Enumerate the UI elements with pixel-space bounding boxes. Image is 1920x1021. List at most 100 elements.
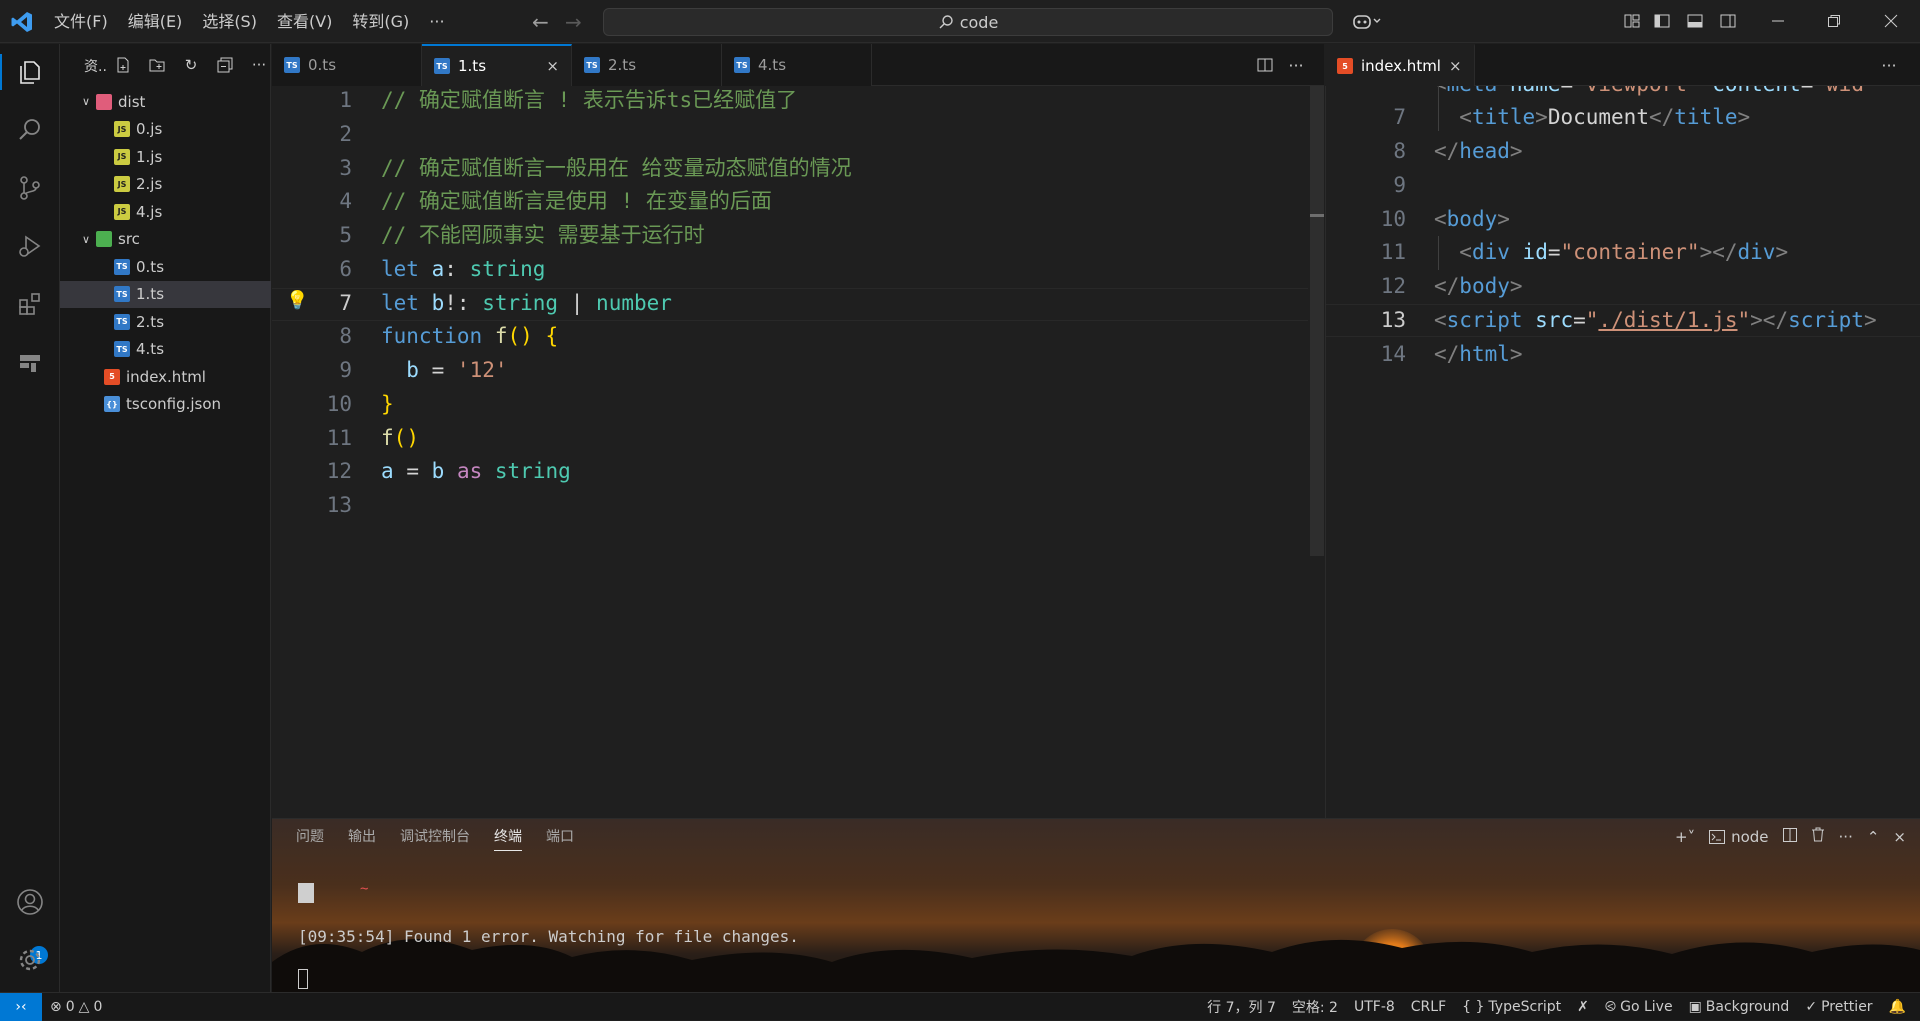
- toggle-primary-sidebar-icon[interactable]: [1651, 10, 1673, 32]
- go-live-button[interactable]: ⧀ Go Live: [1597, 999, 1681, 1015]
- collapse-all-icon[interactable]: [214, 54, 236, 76]
- close-panel-icon[interactable]: ×: [1893, 828, 1906, 846]
- problems-indicator[interactable]: ⊗ 0 △ 0: [42, 999, 110, 1015]
- lightbulb-icon[interactable]: 💡: [286, 290, 308, 311]
- no-sync-icon[interactable]: ✗: [1569, 999, 1597, 1015]
- minimize-icon[interactable]: [1767, 10, 1789, 32]
- line-number: 12: [1380, 274, 1406, 298]
- background-button[interactable]: ▣ Background: [1681, 999, 1798, 1015]
- line-number: 1: [339, 88, 352, 112]
- prettier-button[interactable]: ✓ Prettier: [1797, 999, 1880, 1015]
- js-file-icon: JS: [114, 176, 130, 193]
- tree-item[interactable]: {} tsconfig.json: [60, 391, 271, 419]
- go-live-label: Go Live: [1620, 999, 1673, 1015]
- terminal-input-cursor[interactable]: [298, 969, 308, 989]
- code-line: }: [381, 391, 394, 416]
- refresh-icon[interactable]: ↻: [180, 54, 202, 76]
- tree-item[interactable]: JS 1.js: [60, 143, 271, 171]
- notifications-bell-icon[interactable]: 🔔: [1881, 999, 1914, 1015]
- toggle-panel-icon[interactable]: [1684, 10, 1706, 32]
- cursor-position[interactable]: 行 7，列 7: [1199, 997, 1284, 1017]
- code-line-7: <title>Document</title>: [1459, 105, 1751, 129]
- editor-tab[interactable]: TS 2.ts: [572, 44, 722, 86]
- split-terminal-icon[interactable]: [1782, 827, 1797, 846]
- menu-file[interactable]: 文件(F): [44, 0, 118, 43]
- new-folder-icon[interactable]: [146, 54, 168, 76]
- kill-terminal-icon[interactable]: [1811, 827, 1825, 846]
- terminal-shell-selector[interactable]: node: [1709, 828, 1769, 846]
- tree-item-label: 0.ts: [136, 257, 165, 276]
- close-tab-icon[interactable]: ×: [1449, 57, 1462, 75]
- maximize-panel-icon[interactable]: ⌃: [1867, 828, 1880, 846]
- accounts-icon[interactable]: [12, 884, 48, 920]
- menu-edit[interactable]: 编辑(E): [118, 0, 193, 43]
- editor-tab[interactable]: TS 0.ts: [272, 44, 422, 86]
- encoding[interactable]: UTF-8: [1346, 999, 1403, 1015]
- folder-src-file-icon: [96, 231, 112, 248]
- panel-tab[interactable]: 端口: [546, 826, 574, 850]
- toggle-secondary-sidebar-icon[interactable]: [1717, 10, 1739, 32]
- new-terminal-icon[interactable]: +˅: [1675, 828, 1695, 846]
- panel-tab[interactable]: 输出: [348, 826, 376, 850]
- editor-more-icon[interactable]: ···: [1285, 54, 1307, 76]
- menu-view[interactable]: 查看(V): [267, 0, 342, 43]
- html-file-icon: 5: [104, 368, 120, 385]
- tree-item[interactable]: ∨ dist: [60, 88, 271, 116]
- indentation[interactable]: 空格: 2: [1284, 997, 1346, 1017]
- close-tab-icon[interactable]: ×: [546, 57, 559, 75]
- tree-item[interactable]: TS 2.ts: [60, 308, 271, 336]
- chevron-down-icon[interactable]: ∨: [82, 233, 96, 246]
- panel-tab[interactable]: 终端: [494, 826, 522, 851]
- warning-icon: △: [78, 998, 90, 1015]
- settings-gear-icon[interactable]: [12, 942, 48, 978]
- new-file-icon[interactable]: [112, 54, 134, 76]
- end-of-line[interactable]: CRLF: [1403, 999, 1454, 1015]
- chevron-down-icon[interactable]: ∨: [82, 95, 96, 108]
- back-arrow-icon[interactable]: ←: [532, 10, 549, 34]
- command-center-search[interactable]: code: [603, 8, 1333, 36]
- panel-more-icon[interactable]: ···: [1839, 828, 1853, 846]
- restore-icon[interactable]: [1823, 10, 1845, 32]
- customize-layout-icon[interactable]: [1621, 10, 1643, 32]
- extensions-icon[interactable]: [12, 286, 48, 322]
- tree-item[interactable]: TS 0.ts: [60, 253, 271, 281]
- editor-tab[interactable]: TS 1.ts ×: [422, 44, 572, 86]
- more-actions-icon[interactable]: ···: [248, 54, 270, 76]
- panel-tab[interactable]: 调试控制台: [400, 826, 470, 850]
- editor-left[interactable]: 1 2 3 4 5 6 7 8 9 10 11 12 13 // 确定赋值断言 ! 表示告诉ts已经赋值…: [272, 86, 1324, 818]
- copilot-icon[interactable]: [1350, 10, 1384, 32]
- indent-guide: [1438, 236, 1439, 270]
- tree-item[interactable]: JS 2.js: [60, 171, 271, 199]
- tree-item-label: 4.js: [136, 202, 163, 221]
- tab-index-html[interactable]: 5 index.html ×: [1325, 44, 1475, 86]
- tree-item[interactable]: TS 4.ts: [60, 336, 271, 364]
- menu-selection[interactable]: 选择(S): [192, 0, 267, 43]
- menu-go[interactable]: 转到(G): [342, 0, 419, 43]
- run-debug-icon[interactable]: [12, 228, 48, 264]
- tree-item[interactable]: JS 0.js: [60, 116, 271, 144]
- search-view-icon[interactable]: [12, 112, 48, 148]
- editor-right[interactable]: <meta name="viewport" content="wid 7 8 9 10…: [1325, 86, 1920, 818]
- tree-item[interactable]: 5 index.html: [60, 363, 271, 391]
- editor-tab[interactable]: TS 4.ts: [722, 44, 872, 86]
- explorer-icon[interactable]: [12, 54, 48, 90]
- split-editor-icon[interactable]: [1254, 54, 1276, 76]
- code-line: b = '12': [406, 358, 508, 382]
- editor-right-more-icon[interactable]: ···: [1878, 54, 1900, 76]
- menu-more[interactable]: ···: [419, 0, 454, 43]
- scrollbar-marker: [1310, 214, 1324, 217]
- remote-indicator-icon[interactable]: ›‹: [0, 992, 42, 1021]
- editor-scrollbar-left[interactable]: [1310, 86, 1324, 556]
- forward-arrow-icon[interactable]: →: [565, 10, 582, 34]
- line-number: 13: [326, 493, 352, 517]
- source-control-icon[interactable]: [12, 170, 48, 206]
- tree-item[interactable]: TS 1.ts: [60, 280, 271, 308]
- tree-item[interactable]: ∨ src: [60, 226, 271, 254]
- panel-tab[interactable]: 问题: [296, 826, 324, 850]
- close-window-icon[interactable]: [1880, 10, 1902, 32]
- language-mode[interactable]: { } TypeScript: [1454, 999, 1569, 1015]
- remote-explorer-icon[interactable]: [12, 344, 48, 380]
- editor-tabs-right: 5 index.html ×: [1325, 44, 1920, 86]
- tree-item[interactable]: JS 4.js: [60, 198, 271, 226]
- line-number: 11: [326, 425, 352, 450]
